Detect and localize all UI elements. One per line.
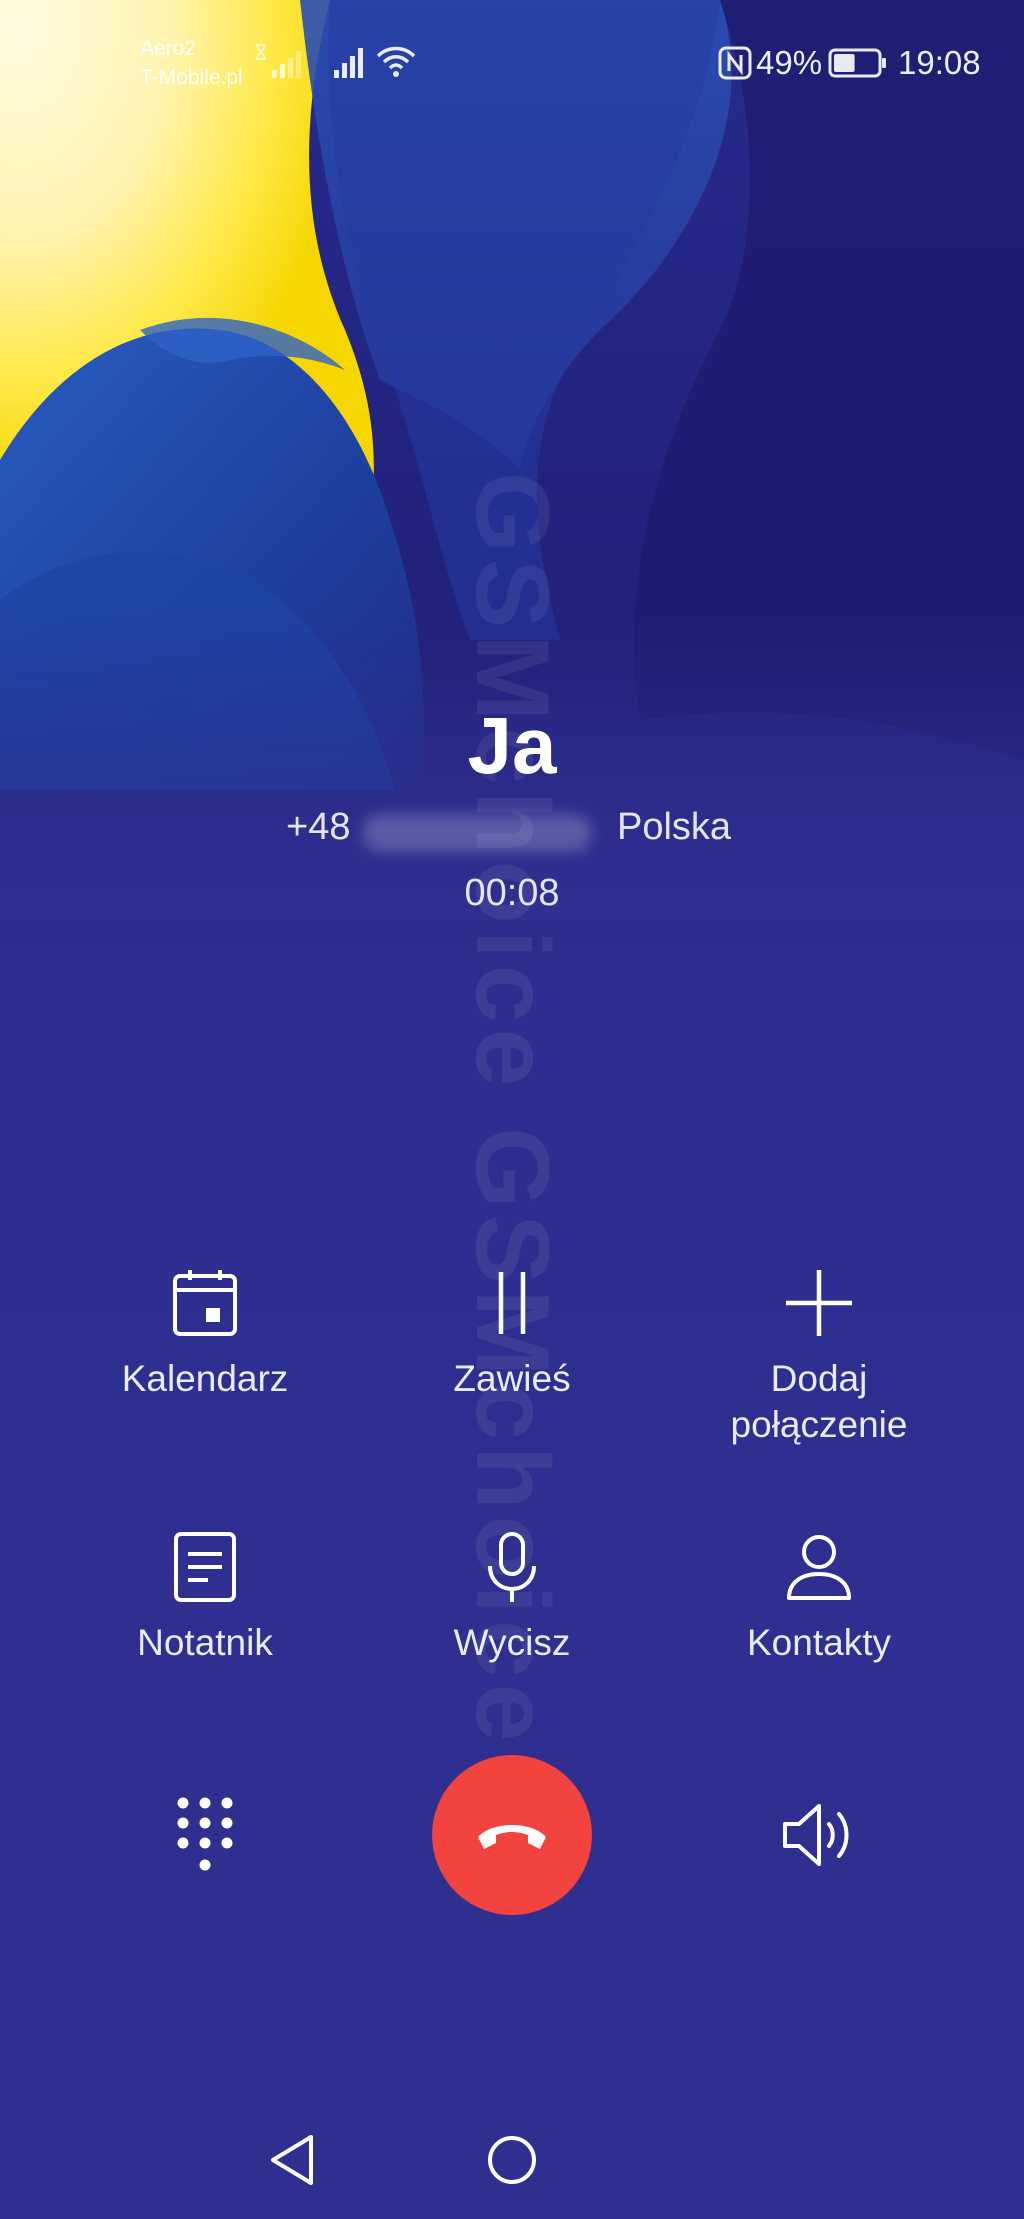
carrier-line-2: T-Mobile.pl <box>140 66 243 89</box>
speaker-button[interactable] <box>759 1775 879 1895</box>
home-button[interactable] <box>457 2105 567 2215</box>
caller-country: Polska <box>617 806 732 848</box>
carrier-info: Aero2 T-Mobile.pl <box>140 34 243 92</box>
calendar-button[interactable]: Kalendarz <box>55 1268 355 1402</box>
wifi-icon <box>376 46 416 77</box>
mute-label: Wycisz <box>453 1622 571 1663</box>
add-call-label: Dodaj połączenie <box>730 1358 908 1445</box>
hourglass-icon <box>256 44 266 60</box>
back-button[interactable] <box>237 2105 347 2215</box>
notepad-button[interactable]: Notatnik <box>55 1532 355 1666</box>
battery-percent: 49% <box>756 44 823 81</box>
battery-icon <box>828 48 886 78</box>
contacts-button[interactable]: Kontakty <box>669 1532 969 1666</box>
back-icon <box>271 2135 313 2185</box>
status-bar: Aero2 T-Mobile.pl 49% 19:08 <box>0 0 1024 110</box>
notepad-icon <box>174 1532 236 1602</box>
notepad-label: Notatnik <box>137 1622 273 1663</box>
calendar-label: Kalendarz <box>121 1358 289 1399</box>
speaker-icon <box>783 1804 849 1866</box>
add-call-button[interactable]: Dodaj połączenie <box>669 1268 969 1448</box>
dialpad-button[interactable] <box>145 1775 265 1895</box>
phone-number-redacted <box>362 814 592 852</box>
phone-number-prefix: +48 <box>286 806 351 848</box>
in-call-screen: Aero2 T-Mobile.pl 49% 19:08 Ja +48 Polsk… <box>0 0 1024 2219</box>
mute-button[interactable]: Wycisz <box>362 1532 662 1666</box>
call-duration: 00:08 <box>464 872 560 914</box>
signal-icon-sim1 <box>272 51 301 78</box>
pause-icon <box>498 1272 526 1334</box>
hold-label: Zawieś <box>453 1358 571 1399</box>
caller-number-row: +48 Polska <box>0 806 1024 856</box>
end-call-button[interactable] <box>432 1755 592 1915</box>
end-call-icon <box>478 1825 546 1849</box>
caller-name: Ja <box>467 701 557 790</box>
dialpad-icon <box>177 1797 233 1871</box>
carrier-line-1: Aero2 <box>140 37 197 60</box>
clock: 19:08 <box>898 44 981 81</box>
hold-button[interactable]: Zawieś <box>362 1268 662 1402</box>
contacts-label: Kontakty <box>747 1622 891 1663</box>
calendar-icon <box>173 1270 237 1336</box>
microphone-icon <box>488 1532 536 1602</box>
navigation-bar <box>0 2100 1024 2219</box>
home-icon <box>488 2136 536 2184</box>
nfc-icon <box>718 46 752 80</box>
contact-icon <box>787 1535 851 1600</box>
signal-icon-sim2 <box>334 48 363 78</box>
plus-icon <box>786 1270 852 1336</box>
